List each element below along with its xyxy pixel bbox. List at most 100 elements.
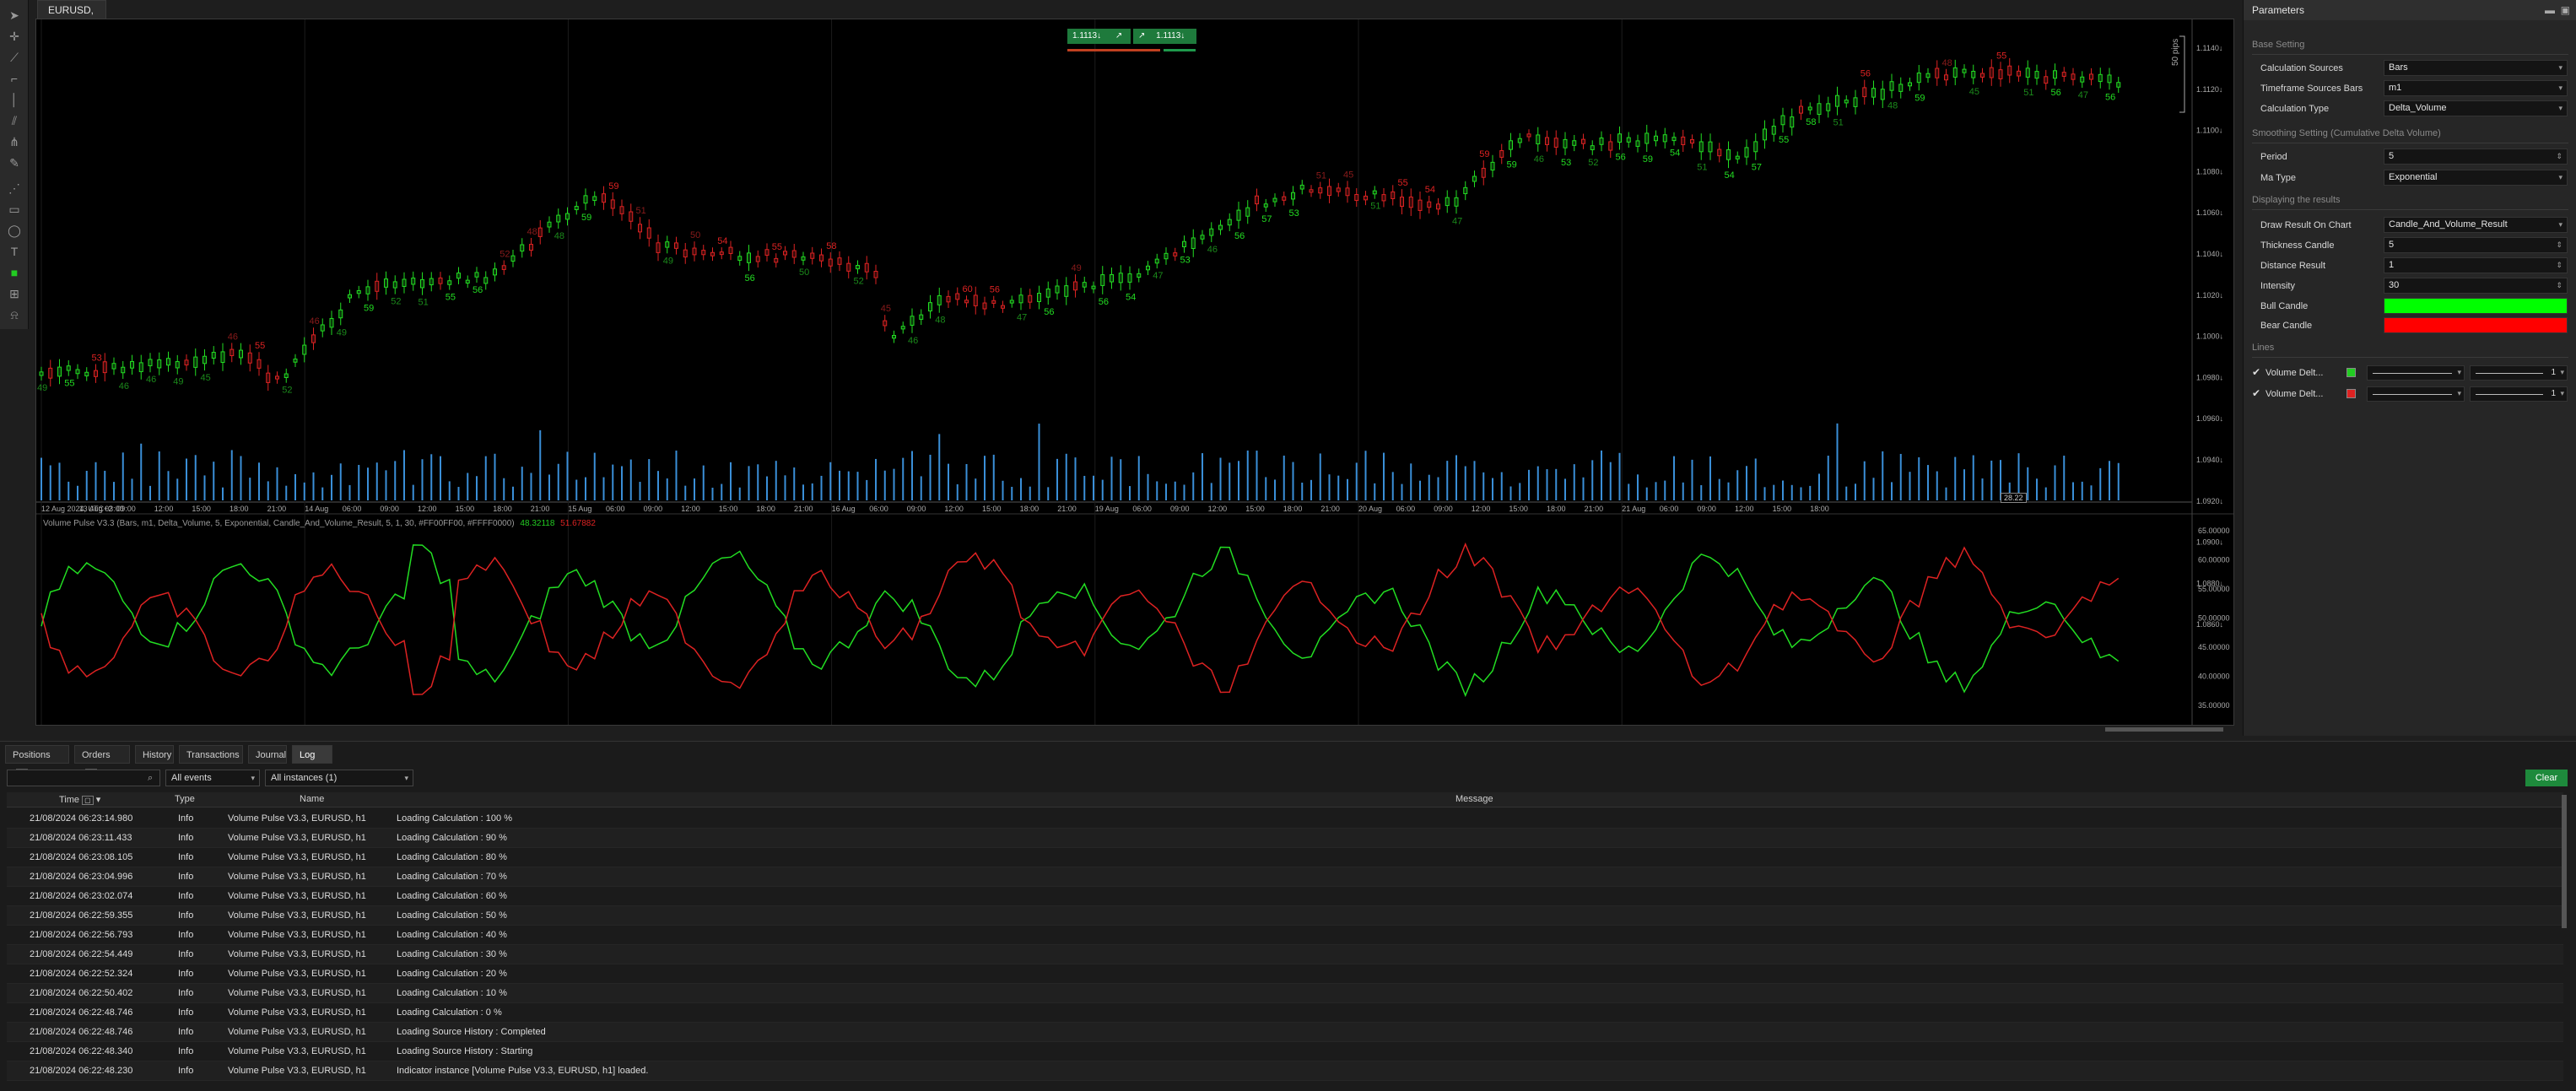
events-filter-select[interactable]: All events ▾ [165,770,260,786]
calc-type-select[interactable]: Delta_Volume ▾ [2384,100,2568,116]
log-vertical-scrollbar[interactable] [2562,795,2567,928]
column-header-time[interactable]: Time ▢ ▾ [59,794,100,805]
text-tool-icon[interactable]: T [6,243,23,260]
color-picker-icon[interactable]: ■ [6,264,23,281]
line-style-select[interactable]: ▾ [2367,365,2465,381]
sell-price-badge[interactable]: 1.1113↓ ↗ [1067,29,1131,44]
delta-volume-label: 46 [119,381,129,392]
line-width-select[interactable]: 1 ▾ [2470,365,2568,381]
ray-tool-icon[interactable]: ⌐ [6,70,23,87]
chart-area[interactable]: 49 55 53 46 46 49 45 46 55 52 46 49 59 52 51 55 56 52 48 48… [35,19,2234,726]
tab-journal[interactable]: Journal [248,745,287,764]
sort-icon[interactable]: ▢ [82,796,94,805]
candle-body [275,375,279,380]
rectangle-icon[interactable]: ▭ [6,201,23,218]
pattern-icon[interactable]: ⋰ [6,180,23,197]
calc-sources-select[interactable]: Bars ▾ [2384,60,2568,76]
fibonacci-icon[interactable]: ⋔ [6,133,23,150]
table-row[interactable]: 21/08/2024 06:22:48.746 Info Volume Pulse … [7,1023,2563,1042]
column-header-message[interactable]: Message [1455,794,1493,804]
maximize-icon[interactable]: ▣ [2561,0,2570,20]
tab-history[interactable]: History [135,745,174,764]
ellipse-icon[interactable]: ◯ [6,222,23,239]
delta-volume-label: 60 [963,284,973,294]
delta-volume-label: 54 [1425,185,1435,195]
table-row[interactable]: 21/08/2024 06:22:48.230 Info Volume Pulse … [7,1061,2563,1081]
bear-candle-color[interactable] [2384,317,2568,333]
search-box[interactable]: ⌕ [7,770,160,786]
period-value: 5 [2389,151,2395,161]
minimize-icon[interactable]: ▬ [2545,0,2555,20]
table-row[interactable]: 21/08/2024 06:23:04.996 Info Volume Pulse … [7,867,2563,887]
cell-message: Loading Calculation : 90 % [397,833,507,843]
table-row[interactable]: 21/08/2024 06:23:14.980 Info Volume Pulse … [7,809,2563,829]
line-color-swatch[interactable] [2346,389,2356,398]
clear-button[interactable]: Clear [2525,770,2568,786]
table-row[interactable]: 21/08/2024 06:22:54.449 Info Volume Pulse … [7,945,2563,964]
table-row[interactable]: 21/08/2024 06:22:48.746 Info Volume Pulse … [7,1003,2563,1023]
line-width-select[interactable]: 1 ▾ [2470,386,2568,402]
draw-result-select[interactable]: Candle_And_Volume_Result ▾ [2384,217,2568,233]
column-header-name[interactable]: Name [300,794,324,804]
tab-orders[interactable]: Orders0 [74,745,130,780]
tab-positions[interactable]: Positions0 [5,745,69,780]
line-style-select[interactable]: ▾ [2367,386,2465,402]
horizontal-scrollbar[interactable] [2105,727,2223,732]
indicator-value-green: 48.32118 [520,519,555,528]
table-row[interactable]: 21/08/2024 06:22:52.324 Info Volume Pulse … [7,964,2563,984]
chart-canvas[interactable]: 49 55 53 46 46 49 45 46 55 52 46 49 59 52 51 55 56 52 48 48… [36,19,2233,725]
chart-tab[interactable]: EURUSD, h1 [37,0,106,35]
table-row[interactable]: 21/08/2024 06:22:56.793 Info Volume Pulse … [7,926,2563,945]
table-row[interactable]: 21/08/2024 06:22:59.355 Info Volume Pulse … [7,906,2563,926]
candle-body [1962,68,1967,73]
thickness-stepper[interactable]: 5 ⇕ [2384,237,2568,253]
candle-body [565,213,570,220]
bottom-panel: Positions0Orders0 History Transactions Jour… [0,741,2576,1091]
candle-body [1418,199,1423,211]
table-row[interactable]: 21/08/2024 06:22:48.340 Info Volume Pulse … [7,1042,2563,1061]
channel-tool-icon[interactable]: ⫽ [6,112,23,129]
bell-icon[interactable]: ⍾ [6,306,23,323]
line-color-swatch[interactable] [2346,368,2356,377]
checkbox-checked-icon[interactable]: ✔ [2252,387,2260,399]
ma-type-select[interactable]: Exponential ▾ [2384,170,2568,186]
price-tick-label: 1.1040↓ [2196,250,2223,258]
lock-icon[interactable]: ⊞ [6,285,23,302]
buy-price-badge[interactable]: ↗ 1.1113↓ [1133,29,1196,44]
vertical-line-icon[interactable]: │ [6,91,23,108]
table-row[interactable]: 21/08/2024 06:22:50.402 Info Volume Pulse … [7,984,2563,1003]
time-tick-label: 20 Aug [1358,505,1382,513]
column-header-type[interactable]: Type [175,794,195,804]
period-stepper[interactable]: 5 ⇕ [2384,149,2568,165]
bull-candle-color[interactable] [2384,298,2568,314]
time-tick-label: 12:00 [1735,505,1754,513]
line-tool-icon[interactable]: ⟋ [6,49,23,66]
instances-filter-select[interactable]: All instances (1) ▾ [265,770,413,786]
checkbox-checked-icon[interactable]: ✔ [2252,366,2260,378]
delta-volume-label: 50 [799,267,809,278]
delta-volume-label: 56 [990,285,1000,295]
crosshair-icon[interactable]: ✛ [6,28,23,45]
tab-transactions[interactable]: Transactions [179,745,243,764]
time-tick-label: 21:00 [267,505,287,513]
calc-type-value: Delta_Volume [2389,103,2447,113]
candle-body [66,365,71,371]
pencil-icon[interactable]: ✎ [6,154,23,171]
stepper-icon[interactable]: ⇕ [2556,278,2562,293]
candle-body [1082,282,1087,288]
intensity-stepper[interactable]: 30 ⇕ [2384,278,2568,294]
tab-log[interactable]: Log [292,745,332,764]
cell-message: Loading Calculation : 70 % [397,872,507,882]
delta-volume-label: 49 [37,383,47,393]
table-row[interactable]: 21/08/2024 06:23:08.105 Info Volume Pulse … [7,848,2563,867]
table-row[interactable]: 21/08/2024 06:23:02.074 Info Volume Pulse … [7,887,2563,906]
cell-name: Volume Pulse V3.3, EURUSD, h1 [228,988,366,998]
stepper-icon[interactable]: ⇕ [2556,149,2562,164]
distance-stepper[interactable]: 1 ⇕ [2384,257,2568,273]
stepper-icon[interactable]: ⇕ [2556,258,2562,273]
time-tick-label: 12:00 [1472,505,1491,513]
stepper-icon[interactable]: ⇕ [2556,238,2562,252]
cursor-icon[interactable]: ➤ [6,7,23,24]
tf-sources-select[interactable]: m1 ▾ [2384,80,2568,96]
table-row[interactable]: 21/08/2024 06:23:11.433 Info Volume Pulse … [7,829,2563,848]
